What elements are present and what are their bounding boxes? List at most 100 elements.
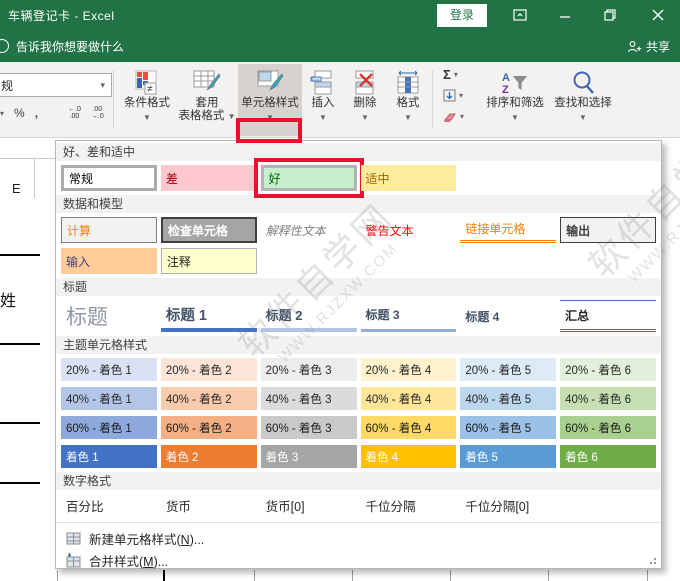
style-60pct-accent2[interactable]: 60% - 着色 2 xyxy=(161,416,257,439)
minimize-button[interactable] xyxy=(545,0,585,30)
style-comma-0[interactable]: 千位分隔[0] xyxy=(460,494,556,516)
ribbon-display-options-button[interactable] xyxy=(500,0,540,30)
style-40pct-accent1[interactable]: 40% - 着色 1 xyxy=(61,387,157,410)
share-button[interactable]: 共享 xyxy=(627,38,670,55)
cell-styles-dropdown: 好、差和适中 常规差好适中 数据和模型 计算检查单元格解释性文本警告文本链接单元… xyxy=(55,140,662,569)
worksheet-left-fragment: E 姓 xyxy=(0,139,55,581)
data-model-grid: 计算检查单元格解释性文本警告文本链接单元格输出输入注释 xyxy=(56,217,661,274)
style-title[interactable]: 标题 xyxy=(61,300,157,332)
chevron-down-icon: ▼ xyxy=(361,111,369,124)
restore-button[interactable] xyxy=(590,0,630,30)
restore-icon xyxy=(604,9,616,21)
style-60pct-accent1[interactable]: 60% - 着色 1 xyxy=(61,416,157,439)
title-bar: 车辆登记卡 - Excel 登录 xyxy=(0,0,680,30)
style-percent[interactable]: 百分比 xyxy=(61,494,157,516)
sign-in-button[interactable]: 登录 xyxy=(437,4,487,27)
style-20pct-accent2[interactable]: 20% - 着色 2 xyxy=(161,358,257,381)
format-as-table-icon xyxy=(193,70,221,96)
new-cell-style-icon xyxy=(66,532,81,545)
style-heading-1[interactable]: 标题 1 xyxy=(161,300,257,332)
section-header-themed: 主题单元格样式 xyxy=(56,336,661,354)
style-40pct-accent4[interactable]: 40% - 着色 4 xyxy=(361,387,457,410)
new-cell-style-menu-item[interactable]: 新建单元格样式(N)... xyxy=(56,527,661,549)
style-accent4[interactable]: 着色 4 xyxy=(361,445,457,468)
resize-grip[interactable] xyxy=(646,556,656,564)
style-60pct-accent3[interactable]: 60% - 着色 3 xyxy=(261,416,357,439)
number-mini-toolbar: ▾ % , ←.0.00 .00→.0 xyxy=(0,106,104,120)
style-explanatory-text[interactable]: 解释性文本 xyxy=(261,217,357,243)
style-accent3[interactable]: 着色 3 xyxy=(261,445,357,468)
merge-styles-icon xyxy=(66,553,81,568)
conditional-formatting-button[interactable]: ≠ 条件格式 ▼ xyxy=(118,64,176,136)
style-40pct-accent6[interactable]: 40% - 着色 6 xyxy=(560,387,656,410)
style-total[interactable]: 汇总 xyxy=(560,300,656,332)
style-20pct-accent3[interactable]: 20% - 着色 3 xyxy=(261,358,357,381)
sort-filter-icon: A Z xyxy=(500,70,530,96)
chevron-down-icon: ▼ xyxy=(511,111,519,124)
style-good[interactable]: 好 xyxy=(261,165,357,191)
decrease-decimal-button[interactable]: .00→.0 xyxy=(91,106,104,120)
close-button[interactable] xyxy=(638,0,678,30)
percent-style-button[interactable]: % xyxy=(14,106,25,120)
style-bad[interactable]: 差 xyxy=(161,165,257,191)
style-60pct-accent4[interactable]: 60% - 着色 4 xyxy=(361,416,457,439)
ribbon: 规 ▾ ▾ % , ←.0.00 .00→.0 ≠ 条件格式 xyxy=(0,62,680,138)
style-60pct-accent5[interactable]: 60% - 着色 5 xyxy=(460,416,556,439)
style-heading-2[interactable]: 标题 2 xyxy=(261,300,357,332)
group-separator xyxy=(432,70,433,128)
titles-grid: 标题标题 1标题 2标题 3标题 4汇总 xyxy=(56,300,661,332)
style-output[interactable]: 输出 xyxy=(560,217,656,243)
style-warning-text[interactable]: 警告文本 xyxy=(361,217,457,243)
style-calculation[interactable]: 计算 xyxy=(61,217,157,243)
style-accent6[interactable]: 着色 6 xyxy=(560,445,656,468)
style-accent2[interactable]: 着色 2 xyxy=(161,445,257,468)
style-note[interactable]: 注释 xyxy=(161,248,257,274)
chevron-down-icon[interactable]: ▾ xyxy=(0,109,4,118)
style-currency[interactable]: 货币 xyxy=(161,494,257,516)
sort-filter-button[interactable]: A Z 排序和筛选 ▼ xyxy=(481,64,549,136)
style-40pct-accent2[interactable]: 40% - 着色 2 xyxy=(161,387,257,410)
style-currency-0[interactable]: 货币[0] xyxy=(261,494,357,516)
worksheet-cell-name: 姓 xyxy=(0,287,16,311)
style-input[interactable]: 输入 xyxy=(61,248,157,274)
style-20pct-accent4[interactable]: 20% - 着色 4 xyxy=(361,358,457,381)
style-neutral[interactable]: 适中 xyxy=(361,165,457,191)
style-heading-4[interactable]: 标题 4 xyxy=(460,300,556,332)
good-bad-neutral-grid: 常规差好适中 xyxy=(56,165,661,191)
style-40pct-accent3[interactable]: 40% - 着色 3 xyxy=(261,387,357,410)
comma-style-button[interactable]: , xyxy=(35,106,38,120)
find-select-button[interactable]: 查找和选择 ▼ xyxy=(549,64,617,136)
style-accent5[interactable]: 着色 5 xyxy=(460,445,556,468)
style-20pct-accent5[interactable]: 20% - 着色 5 xyxy=(460,358,556,381)
clear-button[interactable]: ▾ xyxy=(439,106,477,127)
chevron-down-icon: ▾ xyxy=(100,80,105,91)
style-comma[interactable]: 千位分隔 xyxy=(361,494,457,516)
style-20pct-accent6[interactable]: 20% - 着色 6 xyxy=(560,358,656,381)
increase-decimal-button[interactable]: ←.0.00 xyxy=(68,106,81,120)
style-linked-cell[interactable]: 链接单元格 xyxy=(460,217,556,243)
section-header-good-bad-neutral: 好、差和适中 xyxy=(56,143,661,161)
sigma-icon: Σ xyxy=(443,67,451,82)
share-label: 共享 xyxy=(646,38,670,55)
style-accent1[interactable]: 着色 1 xyxy=(61,445,157,468)
share-person-icon xyxy=(627,40,642,53)
lightbulb-icon xyxy=(0,39,9,53)
style-60pct-accent6[interactable]: 60% - 着色 6 xyxy=(560,416,656,439)
section-header-data-model: 数据和模型 xyxy=(56,195,661,213)
fill-button[interactable]: ▾ xyxy=(439,85,477,106)
format-as-table-button[interactable]: 套用 表格格式 ▼ xyxy=(176,64,238,136)
style-check-cell[interactable]: 检查单元格 xyxy=(161,217,257,243)
chevron-down-icon: ▾ xyxy=(459,91,463,100)
style-20pct-accent1[interactable]: 20% - 着色 1 xyxy=(61,358,157,381)
delete-cells-button[interactable]: 删除 ▼ xyxy=(344,64,386,136)
tell-me-bar[interactable]: 告诉我你想要做什么 xyxy=(0,30,680,62)
merge-styles-menu-item[interactable]: 合并样式(M)... xyxy=(56,549,661,571)
style-40pct-accent5[interactable]: 40% - 着色 5 xyxy=(460,387,556,410)
style-normal[interactable]: 常规 xyxy=(61,165,157,191)
number-format-combobox[interactable]: 规 ▾ xyxy=(0,73,112,97)
autosum-button[interactable]: Σ ▾ xyxy=(439,64,477,85)
format-button[interactable]: 格式 ▼ xyxy=(386,64,430,136)
style-heading-3[interactable]: 标题 3 xyxy=(361,300,457,332)
insert-cells-button[interactable]: 插入 ▼ xyxy=(302,64,344,136)
themed-styles-grid: 20% - 着色 120% - 着色 220% - 着色 320% - 着色 4… xyxy=(56,358,661,468)
